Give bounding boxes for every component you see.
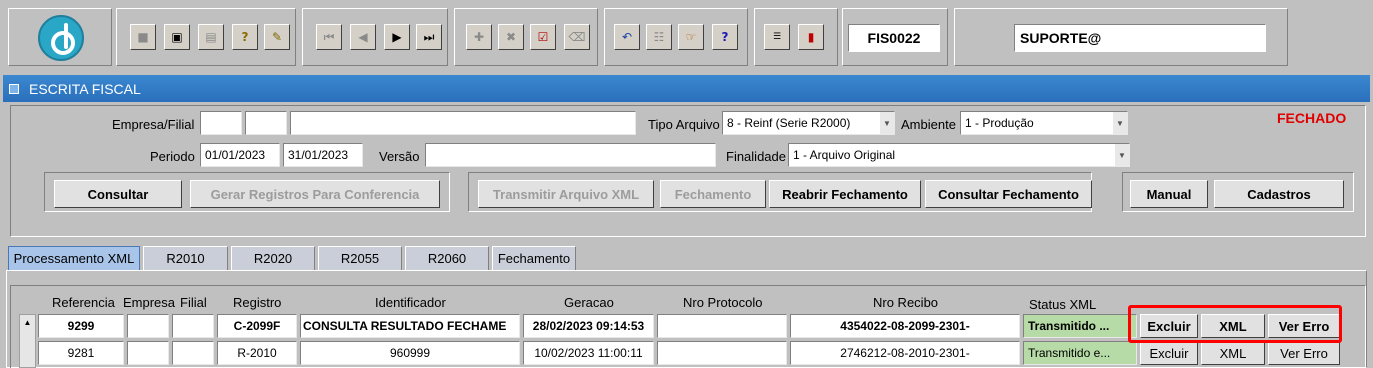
header-filial: Filial <box>180 295 207 310</box>
header-registro: Registro <box>233 295 282 310</box>
header-identificador: Identificador <box>375 295 446 310</box>
ambiente-label: Ambiente <box>901 117 956 132</box>
header-nro-protocolo: Nro Protocolo <box>683 295 763 310</box>
insert-record-icon[interactable]: ✚ <box>466 24 492 50</box>
clear-icon[interactable]: ⌫ <box>564 24 590 50</box>
cell-filial[interactable] <box>172 314 214 338</box>
cell-referencia[interactable]: 9281 <box>38 341 124 365</box>
last-record-icon[interactable]: ⏭ <box>416 24 442 50</box>
consultar-fechamento-button[interactable]: Consultar Fechamento <box>925 180 1092 208</box>
form-code: FIS0022 <box>848 24 940 52</box>
cadastros-button[interactable]: Cadastros <box>1214 180 1344 208</box>
ambiente-select[interactable]: 1 - Produção ▼ <box>960 111 1128 135</box>
cell-nro-protocolo[interactable] <box>657 314 787 338</box>
execute-query-icon[interactable]: ☑ <box>530 24 556 50</box>
empresa-nome-field[interactable] <box>290 111 636 135</box>
cell-status-xml[interactable]: Transmitido ... <box>1023 314 1137 338</box>
header-status-xml: Status XML <box>1029 297 1097 312</box>
query-help-icon[interactable]: ? <box>232 24 258 50</box>
transmitir-xml-button[interactable]: Transmitir Arquivo XML <box>478 180 654 208</box>
cell-geracao[interactable]: 28/02/2023 09:14:53 <box>523 314 654 338</box>
cell-referencia[interactable]: 9299 <box>38 314 124 338</box>
versao-field[interactable] <box>425 143 716 167</box>
prev-record-icon[interactable]: ◀ <box>350 24 376 50</box>
grid-scrollbar[interactable]: ▲ <box>19 314 36 368</box>
app-logo <box>38 15 84 61</box>
cell-registro[interactable]: C-2099F <box>217 314 297 338</box>
cell-nro-recibo[interactable]: 4354022-08-2099-2301- <box>790 314 1020 338</box>
header-geracao: Geracao <box>564 295 614 310</box>
toolbar: ■ ▣ ▤ ? ✎ ⏮ ◀ ▶ ⏭ ✚ ✖ ☑ ⌫ ↶ ☷ ☞ ? ☰ ▮ FI… <box>0 0 1373 72</box>
cell-nro-protocolo[interactable] <box>657 341 787 365</box>
chevron-down-icon[interactable]: ▼ <box>1115 144 1129 166</box>
help-icon[interactable]: ? <box>712 24 738 50</box>
ambiente-value: 1 - Produção <box>965 116 1034 130</box>
tab-processamento-xml[interactable]: Processamento XML <box>8 246 140 271</box>
menu-icon[interactable]: ☰ <box>764 24 790 50</box>
exit-icon[interactable]: ▮ <box>798 24 824 50</box>
scroll-up-icon[interactable]: ▲ <box>20 315 35 329</box>
window-titlebar: ESCRITA FISCAL <box>3 75 1370 102</box>
window-title: ESCRITA FISCAL <box>29 80 141 97</box>
filial-field[interactable] <box>245 111 287 135</box>
periodo-inicio-field[interactable]: 01/01/2023 <box>200 143 280 167</box>
cell-identificador[interactable]: CONSULTA RESULTADO FECHAME <box>300 314 520 338</box>
delete-record-icon[interactable]: ✖ <box>498 24 524 50</box>
undo-icon[interactable]: ↶ <box>614 24 640 50</box>
cell-registro[interactable]: R-2010 <box>217 341 297 365</box>
chevron-down-icon[interactable]: ▼ <box>1113 112 1127 134</box>
edit-icon[interactable]: ✎ <box>264 24 290 50</box>
print-icon[interactable]: ▤ <box>198 24 224 50</box>
tipo-arquivo-label: Tipo Arquivo <box>648 117 720 132</box>
tipo-arquivo-value: 8 - Reinf (Serie R2000) <box>727 116 851 130</box>
status-value: Transmitido e... <box>1028 346 1111 360</box>
cell-identificador[interactable]: 960999 <box>300 341 520 365</box>
first-record-icon[interactable]: ⏮ <box>316 24 342 50</box>
tab-r2020[interactable]: R2020 <box>231 246 315 270</box>
next-record-icon[interactable]: ▶ <box>384 24 410 50</box>
tab-r2010[interactable]: R2010 <box>143 246 228 270</box>
manual-button[interactable]: Manual <box>1130 180 1208 208</box>
copy-icon[interactable]: ☷ <box>646 24 672 50</box>
tab-r2055[interactable]: R2055 <box>318 246 402 270</box>
versao-label: Versão <box>379 149 420 164</box>
highlight-box <box>1128 305 1342 343</box>
tipo-arquivo-select[interactable]: 8 - Reinf (Serie R2000) ▼ <box>722 111 895 135</box>
empresa-field[interactable] <box>200 111 242 135</box>
ver-erro-button[interactable]: Ver Erro <box>1268 341 1340 365</box>
periodo-label: Periodo <box>150 149 195 164</box>
tab-fechamento[interactable]: Fechamento <box>492 246 576 270</box>
consultar-button[interactable]: Consultar <box>54 180 182 208</box>
window-icon <box>9 83 19 94</box>
cell-filial[interactable] <box>172 341 214 365</box>
cell-empresa[interactable] <box>127 314 169 338</box>
cell-nro-recibo[interactable]: 2746212-08-2010-2301- <box>790 341 1020 365</box>
cell-status-xml[interactable]: Transmitido e... <box>1023 341 1137 365</box>
header-nro-recibo: Nro Recibo <box>873 295 939 310</box>
finalidade-select[interactable]: 1 - Arquivo Original ▼ <box>788 143 1130 167</box>
header-empresa: Empresa <box>123 295 176 310</box>
status-fechado: FECHADO <box>1277 110 1347 126</box>
finalidade-label: Finalidade <box>726 149 786 164</box>
cell-geracao[interactable]: 10/02/2023 11:00:11 <box>523 341 654 365</box>
header-referencia: Referencia <box>52 295 115 310</box>
periodo-fim-field[interactable]: 31/01/2023 <box>283 143 363 167</box>
print-preview-icon[interactable]: ▣ <box>164 24 190 50</box>
fechamento-button[interactable]: Fechamento <box>660 180 766 208</box>
xml-button[interactable]: XML <box>1201 341 1265 365</box>
reabrir-fechamento-button[interactable]: Reabrir Fechamento <box>769 180 921 208</box>
user-name: SUPORTE@ <box>1014 24 1266 52</box>
keys-icon[interactable]: ☞ <box>678 24 704 50</box>
gerar-registros-button[interactable]: Gerar Registros Para Conferencia <box>190 180 440 208</box>
excluir-button[interactable]: Excluir <box>1140 341 1198 365</box>
status-value: Transmitido ... <box>1028 319 1110 333</box>
tab-r2060[interactable]: R2060 <box>405 246 489 270</box>
cell-empresa[interactable] <box>127 341 169 365</box>
save-icon[interactable]: ■ <box>130 24 156 50</box>
chevron-down-icon[interactable]: ▼ <box>880 112 894 134</box>
finalidade-value: 1 - Arquivo Original <box>793 148 896 162</box>
empresa-filial-label: Empresa/Filial <box>112 117 195 132</box>
